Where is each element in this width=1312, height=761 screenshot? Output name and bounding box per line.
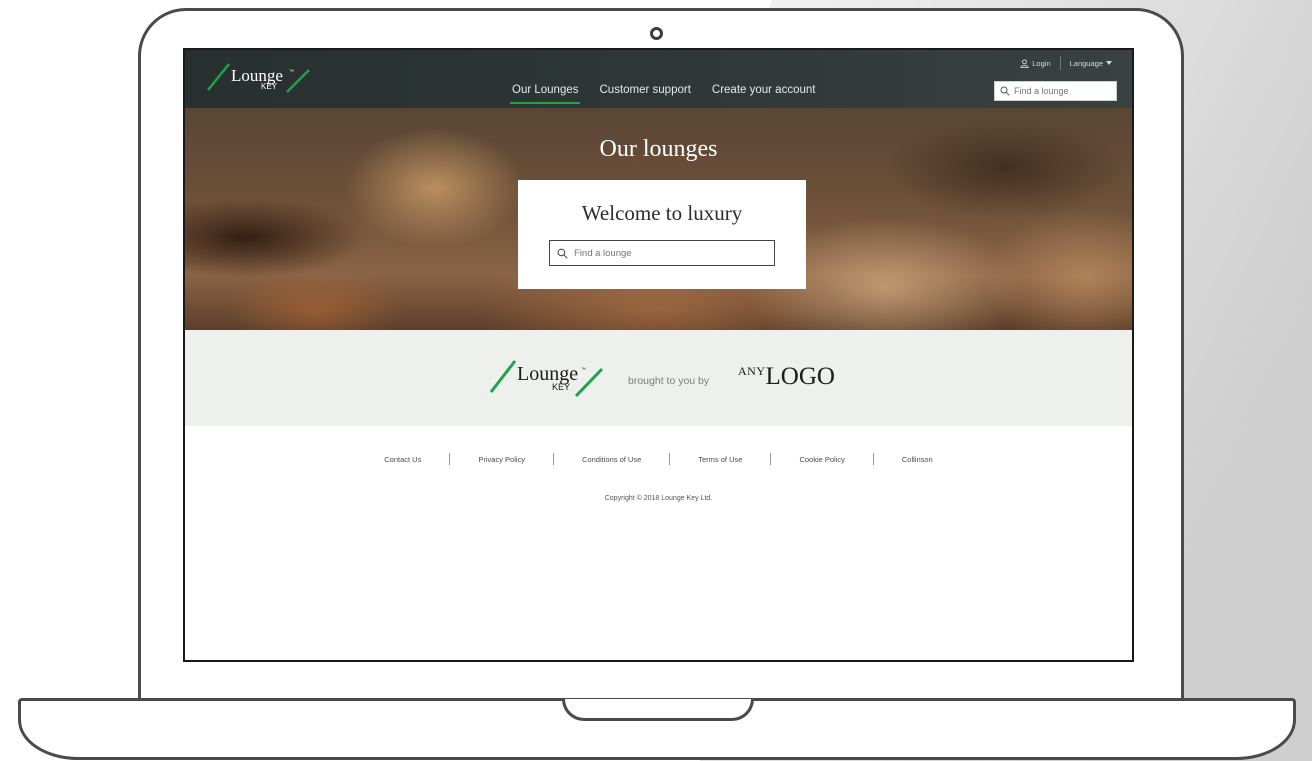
footer-divider bbox=[553, 453, 555, 465]
search-icon bbox=[1000, 86, 1010, 96]
language-dropdown[interactable]: Language bbox=[1070, 59, 1112, 68]
loungekey-logo: Lounge ™ KEY bbox=[489, 360, 604, 398]
laptop-camera bbox=[650, 27, 663, 40]
footer-link-contact[interactable]: Contact Us bbox=[384, 455, 421, 464]
laptop-screen: Lounge ™ KEY Our Lounges Customer suppor… bbox=[183, 48, 1134, 662]
footer-divider bbox=[669, 453, 671, 465]
brand-band: Lounge ™ KEY brought to you by ANYLOGO bbox=[185, 330, 1132, 426]
logo-tm: ™ bbox=[289, 69, 294, 75]
logo-slash-left bbox=[489, 360, 517, 393]
hero-banner: Our lounges Welcome to luxury bbox=[185, 108, 1132, 330]
utility-bar: Login Language bbox=[1020, 56, 1112, 70]
nav-customer-support[interactable]: Customer support bbox=[593, 84, 698, 104]
loungekey-logo[interactable]: Lounge ™ KEY bbox=[205, 56, 315, 98]
welcome-box: Welcome to luxury bbox=[518, 180, 806, 289]
logo-sub: KEY bbox=[552, 382, 570, 392]
login-label: Login bbox=[1032, 58, 1051, 68]
brought-to-you-text: brought to you by bbox=[628, 375, 710, 387]
footer-divider bbox=[449, 453, 451, 465]
footer-links: Contact Us Privacy Policy Conditions of … bbox=[185, 453, 1132, 465]
lounge-search-input[interactable] bbox=[574, 247, 764, 259]
copyright-text: Copyright © 2018 Lounge Key Ltd. bbox=[604, 495, 713, 502]
laptop-notch bbox=[562, 699, 754, 721]
footer-link-terms[interactable]: Terms of Use bbox=[698, 455, 742, 464]
hero-title: Our lounges bbox=[599, 136, 718, 162]
nav-create-account[interactable]: Create your account bbox=[705, 84, 823, 104]
footer-link-conditions[interactable]: Conditions of Use bbox=[582, 455, 641, 464]
partner-logo-small: ANY bbox=[738, 364, 766, 378]
lounge-search[interactable] bbox=[549, 240, 775, 266]
site-header: Lounge ™ KEY Our Lounges Customer suppor… bbox=[185, 50, 1132, 108]
nav-our-lounges[interactable]: Our Lounges bbox=[505, 84, 586, 104]
search-icon bbox=[557, 248, 568, 259]
language-label: Language bbox=[1069, 58, 1103, 68]
logo-tm: ™ bbox=[581, 367, 586, 373]
footer-divider bbox=[770, 453, 772, 465]
login-link[interactable]: Login bbox=[1020, 58, 1051, 68]
footer-divider bbox=[872, 453, 874, 465]
header-search-input[interactable] bbox=[1014, 86, 1114, 96]
partner-logo-big: LOGO bbox=[765, 363, 835, 390]
partner-logo: ANYLOGO bbox=[738, 363, 835, 391]
user-icon bbox=[1020, 58, 1029, 68]
logo-sub: KEY bbox=[261, 82, 278, 91]
logo-slash-right bbox=[574, 367, 604, 398]
main-nav: Our Lounges Customer support Create your… bbox=[505, 84, 829, 104]
footer-link-cookie[interactable]: Cookie Policy bbox=[799, 455, 844, 464]
footer-link-collinson[interactable]: Collinson bbox=[902, 455, 933, 464]
footer-link-privacy[interactable]: Privacy Policy bbox=[478, 455, 525, 464]
caret-down-icon bbox=[1106, 61, 1112, 65]
logo-slash-left bbox=[207, 63, 230, 91]
welcome-title: Welcome to luxury bbox=[581, 201, 743, 225]
utility-divider bbox=[1059, 56, 1061, 70]
header-search[interactable] bbox=[994, 81, 1117, 101]
